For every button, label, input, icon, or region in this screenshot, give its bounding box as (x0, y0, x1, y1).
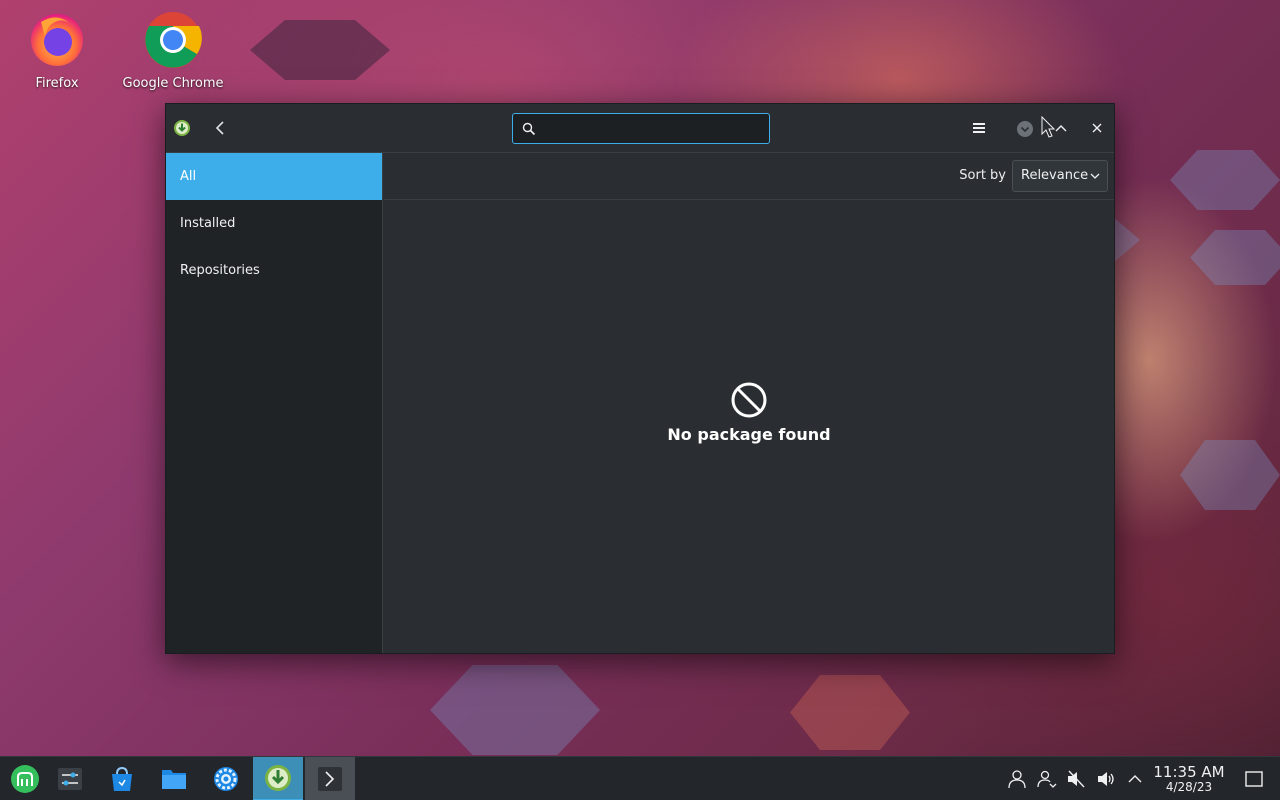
wallpaper-shape (1190, 230, 1280, 285)
desktop-icon-chrome[interactable]: Google Chrome (118, 8, 228, 91)
clock-time: 11:35 AM (1153, 763, 1225, 781)
sliders-icon (58, 768, 82, 790)
back-button[interactable] (209, 116, 233, 140)
shopping-bag-icon (112, 766, 132, 791)
download-icon (265, 765, 291, 791)
manjaro-launcher-icon (11, 765, 39, 793)
terminal-icon (318, 767, 342, 791)
sidebar: All Installed Repositories (166, 153, 383, 653)
taskbar-system-settings-sliders[interactable] (45, 757, 95, 800)
application-launcher-button[interactable] (0, 757, 50, 800)
folder-icon (162, 770, 186, 789)
clock-date: 4/28/23 (1165, 780, 1213, 794)
sidebar-item-installed[interactable]: Installed (166, 200, 382, 247)
empty-state: No package found (384, 381, 1114, 444)
wallpaper-shape (790, 675, 910, 750)
user-icon[interactable] (1007, 769, 1027, 789)
search-icon (522, 122, 536, 136)
search-field[interactable] (512, 113, 770, 144)
discover-window: All Installed Repositories Sort by Relev… (165, 103, 1115, 654)
chevron-up-icon[interactable] (1125, 769, 1145, 789)
app-download-icon (174, 120, 190, 136)
no-entry-icon (731, 382, 767, 418)
firefox-icon (31, 14, 83, 66)
desktop-icon-label: Firefox (35, 76, 79, 91)
volume-muted-icon[interactable] (1066, 769, 1086, 789)
volume-icon[interactable] (1096, 769, 1116, 789)
search-input[interactable] (543, 118, 763, 139)
chevron-down-icon (1090, 173, 1100, 179)
wallpaper-shape (1170, 150, 1280, 210)
sort-toolbar: Sort by Relevance (384, 153, 1114, 200)
digital-clock[interactable]: 11:35 AM 4/28/23 (1150, 763, 1228, 794)
maximize-button[interactable] (1053, 120, 1069, 136)
empty-state-message: No package found (667, 425, 831, 444)
desktop-icon-label: Google Chrome (122, 76, 224, 91)
wallpaper-shape (1180, 440, 1280, 510)
wallpaper-shape (250, 20, 390, 80)
wallpaper-shape (430, 665, 600, 755)
sort-label: Sort by (959, 168, 1006, 183)
taskbar-terminal[interactable] (305, 757, 355, 800)
sort-selected-value: Relevance (1021, 168, 1089, 183)
sidebar-item-all[interactable]: All (166, 153, 382, 200)
close-button[interactable] (1089, 120, 1105, 136)
chrome-icon (145, 12, 202, 68)
settings-gear-icon (214, 767, 238, 791)
title-bar[interactable] (166, 104, 1114, 153)
taskbar-system-settings[interactable] (201, 757, 251, 800)
taskbar: 11:35 AM 4/28/23 (0, 756, 1280, 800)
sidebar-item-repositories[interactable]: Repositories (166, 247, 382, 294)
main-content: Sort by Relevance No package found (384, 153, 1114, 653)
desktop-icon-firefox[interactable]: Firefox (2, 8, 112, 91)
sort-dropdown[interactable]: Relevance (1012, 160, 1108, 192)
user-switch-icon[interactable] (1037, 769, 1057, 789)
taskbar-file-manager[interactable] (149, 757, 199, 800)
minimize-button[interactable] (1016, 120, 1034, 138)
taskbar-discover[interactable] (253, 757, 303, 800)
taskbar-store[interactable] (97, 757, 147, 800)
show-desktop-icon[interactable] (1244, 769, 1264, 789)
hamburger-menu-button[interactable] (969, 118, 989, 138)
